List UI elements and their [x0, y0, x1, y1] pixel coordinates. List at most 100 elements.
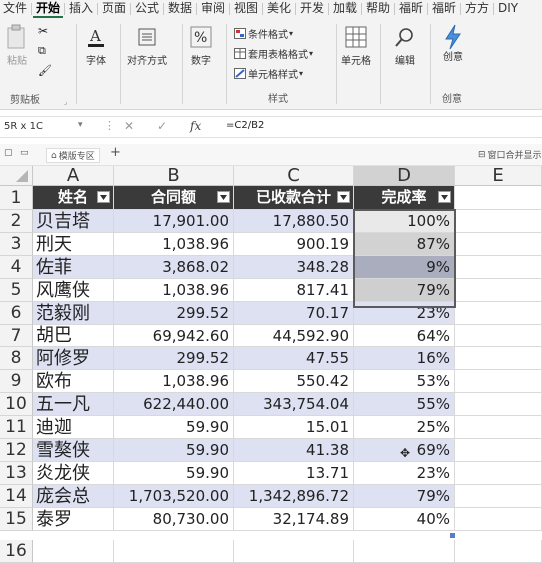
- received-total-cell[interactable]: 1,342,896.72: [234, 485, 354, 508]
- name-cell[interactable]: 庞会总: [33, 485, 114, 508]
- formula-input[interactable]: =C2/B2: [226, 120, 264, 131]
- contract-amount-cell[interactable]: 299.52: [114, 347, 234, 370]
- received-total-cell[interactable]: 32,174.89: [234, 508, 354, 531]
- ribbon-tab[interactable]: 视图: [231, 0, 261, 18]
- ribbon-tab[interactable]: 审阅: [198, 0, 228, 18]
- column-header-d[interactable]: D: [354, 166, 455, 186]
- empty-cell[interactable]: [455, 485, 542, 508]
- contract-amount-cell[interactable]: 3,868.02: [114, 256, 234, 279]
- header-cell-name[interactable]: 姓名: [33, 186, 114, 210]
- received-total-cell[interactable]: 550.42: [234, 370, 354, 393]
- spreadsheet-grid[interactable]: A B C D E 1 姓名 合同额 已收款合计 完成率 2 贝吉塔 17,901.…: [0, 166, 542, 563]
- ribbon-tab[interactable]: 美化: [264, 0, 294, 18]
- received-total-cell[interactable]: 348.28: [234, 256, 354, 279]
- empty-cell[interactable]: [114, 540, 234, 563]
- contract-amount-cell[interactable]: 80,730.00: [114, 508, 234, 531]
- empty-cell[interactable]: [455, 347, 542, 370]
- copy-icon[interactable]: ⧉: [38, 44, 46, 58]
- contract-amount-cell[interactable]: 1,703,520.00: [114, 485, 234, 508]
- completion-rate-cell[interactable]: 64%: [354, 325, 455, 347]
- column-header-a[interactable]: A: [33, 166, 114, 186]
- empty-cell[interactable]: [455, 302, 542, 325]
- completion-rate-cell[interactable]: 23%: [354, 462, 455, 485]
- contract-amount-cell[interactable]: 59.90: [114, 462, 234, 485]
- received-total-cell[interactable]: 817.41: [234, 279, 354, 302]
- row-header[interactable]: 13: [0, 462, 33, 485]
- ribbon-tab[interactable]: 开发: [297, 0, 327, 18]
- row-header[interactable]: 7: [0, 325, 33, 347]
- cancel-icon[interactable]: ✕: [124, 119, 134, 133]
- create-button[interactable]: 创意: [440, 24, 466, 64]
- cells-button[interactable]: 单元格: [341, 24, 371, 67]
- name-cell[interactable]: 迪迦: [33, 416, 114, 439]
- add-tab-button[interactable]: +: [110, 145, 121, 160]
- empty-cell[interactable]: [455, 233, 542, 256]
- name-cell[interactable]: 贝吉塔: [33, 210, 114, 233]
- received-total-cell[interactable]: 13.71: [234, 462, 354, 485]
- row-header[interactable]: 16: [0, 540, 33, 563]
- completion-rate-cell[interactable]: 40%: [354, 508, 455, 531]
- contract-amount-cell[interactable]: 59.90: [114, 416, 234, 439]
- dialog-launcher-icon[interactable]: ⌟: [64, 98, 67, 106]
- row-header[interactable]: 12: [0, 439, 33, 462]
- template-tab[interactable]: ⌂ 模版专区: [46, 148, 100, 163]
- cell-style-button[interactable]: 单元格样式 ▾: [234, 66, 303, 81]
- number-button[interactable]: % 数字: [188, 24, 214, 67]
- table-format-button[interactable]: 套用表格格式 ▾: [234, 46, 313, 61]
- folder-icon[interactable]: ▭: [20, 148, 29, 158]
- name-cell[interactable]: 雪獒侠: [33, 439, 114, 462]
- ribbon-tab[interactable]: 福昕: [396, 0, 426, 18]
- empty-cell[interactable]: [455, 256, 542, 279]
- name-cell[interactable]: 范毅刚: [33, 302, 114, 325]
- insert-function-icon[interactable]: fx: [190, 119, 201, 133]
- completion-rate-cell[interactable]: 79%: [354, 279, 455, 302]
- received-total-cell[interactable]: 900.19: [234, 233, 354, 256]
- font-button[interactable]: A 字体: [83, 24, 109, 67]
- completion-rate-cell[interactable]: 9%: [354, 256, 455, 279]
- empty-cell[interactable]: [455, 540, 542, 563]
- filter-dropdown-icon[interactable]: [217, 191, 230, 203]
- name-cell[interactable]: 佐菲: [33, 256, 114, 279]
- empty-cell[interactable]: [455, 210, 542, 233]
- empty-cell[interactable]: [455, 508, 542, 531]
- ribbon-tab[interactable]: 加载: [330, 0, 360, 18]
- contract-amount-cell[interactable]: 299.52: [114, 302, 234, 325]
- ribbon-tab[interactable]: 页面: [99, 0, 129, 18]
- row-header[interactable]: 10: [0, 393, 33, 416]
- ribbon-tab[interactable]: 文件: [0, 0, 30, 18]
- row-header[interactable]: 6: [0, 302, 33, 325]
- new-doc-icon[interactable]: ▢: [4, 148, 13, 158]
- contract-amount-cell[interactable]: 1,038.96: [114, 233, 234, 256]
- confirm-icon[interactable]: ✓: [157, 119, 167, 133]
- empty-cell[interactable]: [455, 325, 542, 347]
- select-all-corner[interactable]: [0, 166, 33, 186]
- ribbon-tab[interactable]: 公式: [132, 0, 162, 18]
- empty-cell[interactable]: [455, 462, 542, 485]
- name-cell[interactable]: 胡巴: [33, 325, 114, 347]
- ribbon-tab[interactable]: 数据: [165, 0, 195, 18]
- paste-button[interactable]: 粘贴: [4, 24, 30, 67]
- name-cell[interactable]: 炎龙侠: [33, 462, 114, 485]
- row-header[interactable]: 9: [0, 370, 33, 393]
- row-header[interactable]: 11: [0, 416, 33, 439]
- conditional-format-button[interactable]: 条件格式 ▾: [234, 26, 293, 41]
- received-total-cell[interactable]: 41.38: [234, 439, 354, 462]
- empty-cell[interactable]: [234, 540, 354, 563]
- contract-amount-cell[interactable]: 17,901.00: [114, 210, 234, 233]
- table-resize-handle[interactable]: [450, 533, 455, 538]
- filter-dropdown-icon[interactable]: [438, 191, 451, 203]
- contract-amount-cell[interactable]: 59.90: [114, 439, 234, 462]
- completion-rate-cell[interactable]: 53%: [354, 370, 455, 393]
- row-header[interactable]: 15: [0, 508, 33, 531]
- row-header[interactable]: 4: [0, 256, 33, 279]
- contract-amount-cell[interactable]: 1,038.96: [114, 370, 234, 393]
- empty-cell[interactable]: [455, 370, 542, 393]
- name-cell[interactable]: 泰罗: [33, 508, 114, 531]
- received-total-cell[interactable]: 15.01: [234, 416, 354, 439]
- name-cell[interactable]: 五一凡: [33, 393, 114, 416]
- cut-icon[interactable]: ✂: [38, 24, 48, 38]
- contract-amount-cell[interactable]: 622,440.00: [114, 393, 234, 416]
- empty-cell[interactable]: [455, 279, 542, 302]
- header-cell-rate[interactable]: 完成率: [354, 186, 455, 210]
- header-cell-received[interactable]: 已收款合计: [234, 186, 354, 210]
